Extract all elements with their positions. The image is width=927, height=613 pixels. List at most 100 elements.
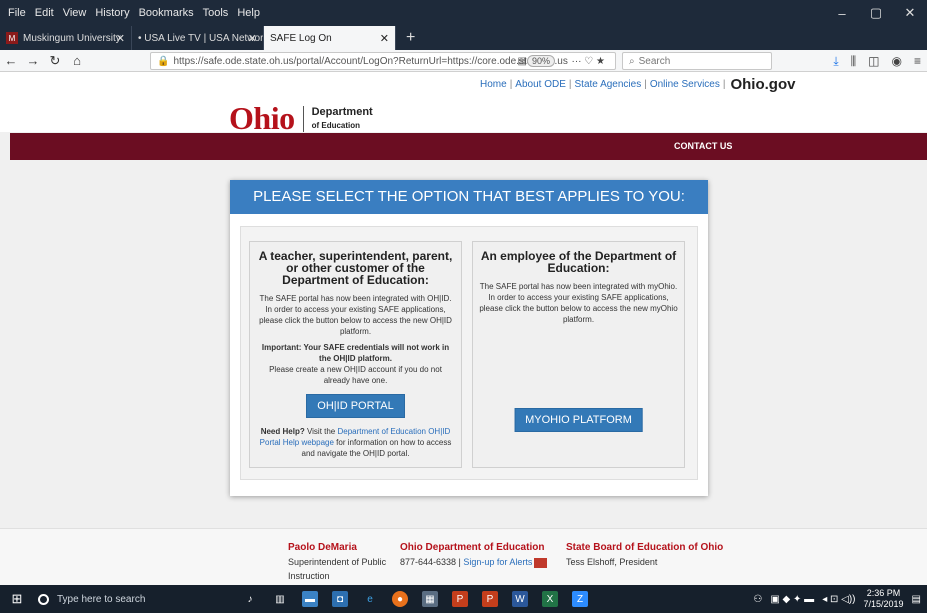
taskbar-search-placeholder: Type here to search — [57, 593, 146, 605]
link-about-ode[interactable]: About ODE — [515, 79, 566, 90]
footer-superintendent: Paolo DeMaria Superintendent of Public I… — [288, 542, 387, 581]
tray-apps-icon[interactable]: ▣ ◆ ✦ ▬ — [770, 594, 814, 605]
microphone-icon[interactable]: ♪ — [242, 591, 258, 607]
close-window-button[interactable]: ✕ — [893, 5, 927, 21]
help-text: Need Help? Visit the Department of Educa… — [259, 427, 452, 458]
maximize-button[interactable]: ▢ — [859, 5, 893, 21]
browser-menubar: File Edit View History Bookmarks Tools H… — [0, 0, 927, 26]
minimize-button[interactable]: – — [825, 6, 859, 21]
edge-browser-icon[interactable]: e — [362, 591, 378, 607]
web-page: Home | About ODE | State Agencies | Online … — [0, 72, 927, 585]
nav-bar-maroon: CONTACT US — [10, 133, 927, 160]
calculator-icon[interactable]: ▦ — [422, 591, 438, 607]
muskingum-favicon-icon: M — [6, 32, 18, 44]
tab-muskingum[interactable]: M Muskingum University ✕ — [0, 26, 132, 50]
url-bar[interactable]: 🔒 https://safe.ode.state.oh.us/portal/Ac… — [150, 52, 616, 70]
volume-icon[interactable]: ◂ ⊡ ◁)) — [822, 594, 855, 605]
lock-icon: 🔒 — [157, 55, 170, 67]
firefox-icon[interactable]: ● — [392, 591, 408, 607]
download-icon[interactable]: ⤓ — [833, 54, 838, 69]
tab-label: Muskingum University — [23, 32, 121, 44]
url-text: https://safe.ode.state.oh.us/portal/Acco… — [173, 55, 568, 67]
cortana-icon — [38, 593, 49, 605]
file-explorer-icon[interactable]: ▬ — [302, 591, 318, 607]
browser-search-input[interactable]: ⌕ Search — [622, 52, 772, 70]
customer-option-title: A teacher, superintendent, parent, or ot… — [258, 249, 453, 287]
employee-option-box: An employee of the Department of Educati… — [472, 241, 685, 468]
window-controls: – ▢ ✕ — [825, 0, 927, 26]
taskbar-apps: ♪ ▥ ▬ ◘ e ● ▦ P P W X Z — [242, 591, 602, 607]
logo-ohio-text: Ohio — [229, 100, 295, 136]
powerpoint-icon[interactable]: P — [452, 591, 468, 607]
myohio-platform-button[interactable]: MYOHIO PLATFORM — [514, 408, 643, 432]
store-icon[interactable]: ◘ — [332, 591, 348, 607]
contact-us-link[interactable]: CONTACT US — [674, 141, 732, 151]
menu-help[interactable]: Help — [237, 7, 260, 19]
home-icon[interactable]: ⌂ — [66, 53, 88, 68]
tab-close-icon[interactable]: ✕ — [248, 32, 257, 45]
tab-bar: M Muskingum University ✕ • USA Live TV |… — [0, 26, 927, 50]
search-icon: ⌕ — [629, 55, 635, 67]
zoom-level-badge[interactable]: 90% — [526, 55, 555, 67]
taskbar-search-input[interactable]: Type here to search — [34, 585, 204, 613]
employee-option-body: The SAFE portal has now been integrated … — [479, 282, 678, 324]
mail-icon — [534, 557, 548, 568]
signup-alerts-link[interactable]: Sign-up for Alerts — [463, 557, 532, 567]
windows-taskbar: ⊞ Type here to search ♪ ▥ ▬ ◘ e ● ▦ P P … — [0, 585, 927, 613]
link-home[interactable]: Home — [480, 79, 507, 90]
menu-view[interactable]: View — [63, 7, 87, 19]
hamburger-menu-icon[interactable]: ≡ — [914, 54, 921, 68]
panel-heading: PLEASE SELECT THE OPTION THAT BEST APPLI… — [230, 180, 708, 214]
tab-label: SAFE Log On — [270, 32, 332, 44]
ohid-portal-button[interactable]: OH|ID PORTAL — [306, 394, 405, 418]
forward-arrow-icon[interactable]: → — [22, 53, 44, 68]
ohio-gov-logo[interactable]: Ohio.gov — [730, 76, 795, 93]
navigation-bar: ← → ↻ ⌂ 🔒 https://safe.ode.state.oh.us/p… — [0, 50, 927, 72]
new-tab-button[interactable]: + — [396, 26, 425, 50]
menu-tools[interactable]: Tools — [203, 7, 229, 19]
search-placeholder: Search — [638, 55, 671, 67]
reload-icon[interactable]: ↻ — [44, 53, 66, 69]
menu-file[interactable]: File — [8, 7, 26, 19]
sidebar-icon[interactable]: ◫ — [868, 54, 879, 68]
menu-bookmarks[interactable]: Bookmarks — [139, 7, 194, 19]
tab-close-icon[interactable]: ✕ — [116, 32, 125, 45]
create-account-text: Please create a new OH|ID account if you… — [269, 365, 442, 385]
excel-icon[interactable]: X — [542, 591, 558, 607]
back-arrow-icon[interactable]: ← — [0, 53, 22, 68]
tab-usa-live-tv[interactable]: • USA Live TV | USA Network ✕ — [132, 26, 264, 50]
extension-icon[interactable]: ◉ — [892, 54, 902, 68]
people-icon[interactable]: ⚇ — [753, 594, 762, 605]
options-container: A teacher, superintendent, parent, or ot… — [240, 226, 698, 480]
customer-option-box: A teacher, superintendent, parent, or ot… — [249, 241, 462, 468]
library-icon[interactable]: ⫼ — [851, 54, 857, 69]
link-state-agencies[interactable]: State Agencies — [575, 79, 642, 90]
ode-logo[interactable]: Ohio Department of Education — [229, 100, 373, 137]
task-view-icon[interactable]: ▥ — [272, 591, 288, 607]
footer-state-board: State Board of Education of Ohio Tess El… — [566, 542, 724, 567]
page-actions-icon[interactable]: ··· ♡ ★ — [572, 56, 605, 67]
menu-history[interactable]: History — [95, 7, 129, 19]
zoom-app-icon[interactable]: Z — [572, 591, 588, 607]
system-tray: ⚇ ▣ ◆ ✦ ▬ ◂ ⊡ ◁)) 2:36 PM 7/15/2019 ▤ — [745, 585, 921, 613]
powerpoint-2-icon[interactable]: P — [482, 591, 498, 607]
link-online-services[interactable]: Online Services — [650, 79, 720, 90]
tab-safe-log-on[interactable]: SAFE Log On ✕ — [264, 26, 396, 50]
footer-department: Ohio Department of Education 877-644-633… — [400, 541, 548, 569]
windows-start-icon[interactable]: ⊞ — [0, 591, 34, 607]
notifications-icon[interactable]: ▤ — [912, 594, 921, 605]
reader-view-icon[interactable]: ▤ — [518, 56, 527, 67]
option-select-panel: PLEASE SELECT THE OPTION THAT BEST APPLI… — [230, 180, 708, 496]
logo-department-text: Department of Education — [311, 105, 373, 130]
site-header: Home | About ODE | State Agencies | Online … — [0, 72, 927, 136]
customer-option-body: The SAFE portal has now been integrated … — [259, 294, 452, 336]
word-icon[interactable]: W — [512, 591, 528, 607]
tab-label: • USA Live TV | USA Network — [138, 32, 264, 44]
toolbar-icons: ⤓ ⫼ ◫ ◉ ≡ — [821, 50, 921, 72]
tab-close-icon[interactable]: ✕ — [380, 32, 389, 45]
top-links: Home | About ODE | State Agencies | Online … — [480, 76, 796, 93]
employee-option-title: An employee of the Department of Educati… — [480, 249, 677, 275]
clock[interactable]: 2:36 PM 7/15/2019 — [864, 588, 904, 610]
menu-edit[interactable]: Edit — [35, 7, 54, 19]
important-notice: Important: Your SAFE credentials will no… — [261, 343, 450, 363]
